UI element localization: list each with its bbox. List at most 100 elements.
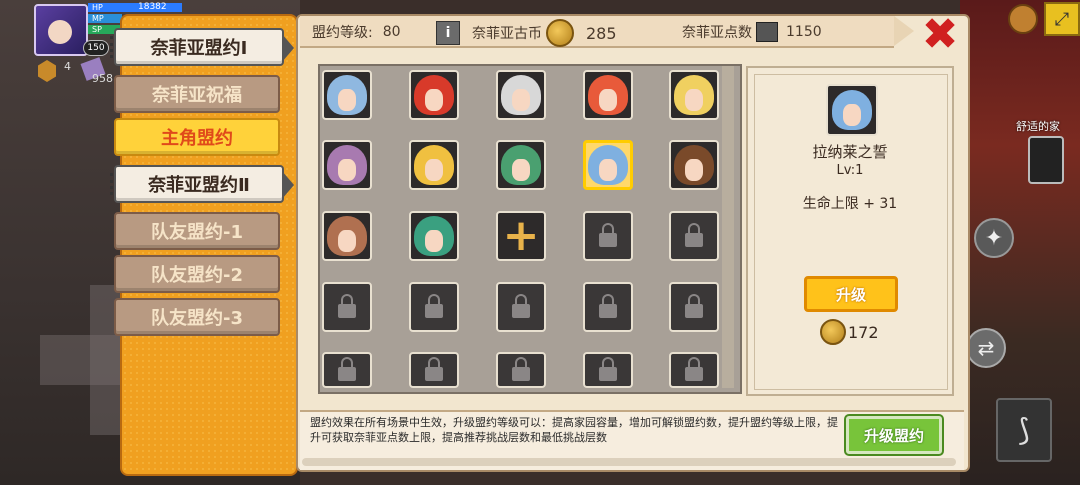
companion-portrait[interactable] bbox=[669, 70, 719, 120]
portrait-face bbox=[674, 145, 714, 185]
phone-icon[interactable] bbox=[1028, 136, 1064, 184]
lock-icon bbox=[338, 357, 356, 381]
compass-icon[interactable]: ✦ bbox=[974, 218, 1014, 258]
upgrade-cost: 172 bbox=[820, 319, 879, 345]
portrait-face bbox=[832, 90, 872, 130]
topbar-fold bbox=[894, 16, 914, 46]
locked-slot[interactable] bbox=[496, 282, 546, 332]
companion-portrait[interactable] bbox=[322, 140, 372, 190]
upgrade-label: 升级 bbox=[835, 285, 866, 304]
hp-bar: HP bbox=[88, 3, 182, 12]
pact-name: 拉纳莱之誓 bbox=[812, 143, 888, 161]
lock-icon bbox=[425, 357, 443, 381]
add-slot[interactable]: + bbox=[496, 211, 546, 261]
companion-portrait[interactable] bbox=[583, 140, 633, 190]
globe-icon[interactable] bbox=[1008, 4, 1038, 34]
companion-portrait[interactable] bbox=[496, 140, 546, 190]
locked-slot[interactable] bbox=[583, 352, 633, 388]
lock-icon bbox=[599, 357, 617, 381]
tab-nephia-pact-1[interactable]: 奈菲亚盟约Ⅰ bbox=[110, 28, 294, 66]
tab-label: 主角盟约 bbox=[161, 128, 233, 149]
locked-slot[interactable] bbox=[669, 282, 719, 332]
tab-label: 队友盟约-3 bbox=[151, 308, 243, 329]
locked-slot[interactable] bbox=[409, 352, 459, 388]
description-text: 盟约效果在所有场景中生效，升级盟约等级可以：提高家园容量，增加可解锁盟约数，提升… bbox=[310, 416, 838, 444]
crystal-count: 958 bbox=[92, 72, 113, 85]
upgrade-pact-label: 升级盟约 bbox=[863, 426, 924, 445]
portrait-face bbox=[414, 216, 454, 256]
companion-portrait[interactable] bbox=[409, 140, 459, 190]
swap-icon[interactable]: ⇄ bbox=[966, 328, 1006, 368]
portrait-face bbox=[327, 145, 367, 185]
lock-icon bbox=[599, 223, 617, 247]
coin-icon bbox=[820, 319, 846, 345]
locked-slot[interactable] bbox=[583, 282, 633, 332]
hp-value: 18382 bbox=[138, 2, 167, 12]
home-label: 舒适的家 bbox=[1016, 120, 1060, 133]
fullscreen-icon[interactable]: ⤢ bbox=[1044, 2, 1080, 36]
mp-bar: MP bbox=[88, 14, 122, 23]
coin-icon bbox=[546, 19, 574, 47]
currency-bar: 盟约等级: 80 i 奈菲亚古币 285 奈菲亚点数 1150 bbox=[300, 16, 894, 48]
sp-label: SP bbox=[92, 25, 102, 34]
lock-icon bbox=[685, 294, 703, 318]
portrait-face bbox=[674, 75, 714, 115]
upgrade-pact-button[interactable]: 升级盟约 bbox=[844, 414, 944, 456]
grid-scrollbar[interactable] bbox=[722, 66, 734, 388]
lock-icon bbox=[512, 357, 530, 381]
companion-portrait[interactable] bbox=[669, 140, 719, 190]
companion-portrait[interactable] bbox=[322, 70, 372, 120]
locked-slot[interactable] bbox=[409, 282, 459, 332]
lock-icon bbox=[685, 357, 703, 381]
tab-label: 奈菲亚盟约Ⅰ bbox=[150, 38, 248, 59]
locked-slot[interactable] bbox=[583, 211, 633, 261]
tab-teammate-pact-3[interactable]: 队友盟约-3 bbox=[114, 298, 280, 336]
lock-icon bbox=[599, 294, 617, 318]
tab-nephia-pact-2[interactable]: 奈菲亚盟约Ⅱ bbox=[110, 165, 294, 203]
points-icon bbox=[756, 22, 778, 42]
plus-icon: + bbox=[502, 210, 540, 261]
tab-nephia-blessing[interactable]: 奈菲亚祝福 bbox=[114, 75, 280, 113]
locked-slot[interactable] bbox=[322, 282, 372, 332]
locked-slot[interactable] bbox=[669, 211, 719, 261]
tab-label: 队友盟约-1 bbox=[151, 222, 243, 243]
portrait-face bbox=[414, 145, 454, 185]
points-value: 1150 bbox=[786, 24, 822, 40]
portrait-face bbox=[327, 75, 367, 115]
companion-portrait[interactable] bbox=[496, 70, 546, 120]
companion-portrait[interactable] bbox=[322, 211, 372, 261]
hp-label: HP bbox=[92, 3, 103, 12]
portrait-face bbox=[414, 75, 454, 115]
cost-value: 172 bbox=[848, 322, 879, 342]
lock-icon bbox=[425, 294, 443, 318]
pact-level-value: 80 bbox=[382, 24, 401, 40]
locked-slot[interactable] bbox=[669, 352, 719, 388]
locked-slot[interactable] bbox=[322, 352, 372, 388]
tab-teammate-pact-1[interactable]: 队友盟约-1 bbox=[114, 212, 280, 250]
pact-level-label: 盟约等级: bbox=[312, 25, 373, 41]
player-avatar[interactable] bbox=[34, 4, 88, 56]
tab-teammate-pact-2[interactable]: 队友盟约-2 bbox=[114, 255, 280, 293]
info-icon[interactable]: i bbox=[436, 21, 460, 45]
gem-count: 4 bbox=[64, 60, 71, 73]
locked-slot[interactable] bbox=[496, 352, 546, 388]
close-button[interactable]: ✖ bbox=[920, 13, 960, 57]
companion-portrait[interactable] bbox=[583, 70, 633, 120]
portrait-face bbox=[501, 145, 541, 185]
pact-stat: 生命上限 + 31 bbox=[802, 196, 898, 212]
companion-portrait[interactable] bbox=[409, 70, 459, 120]
player-level-badge: 150 bbox=[83, 40, 109, 56]
tab-hero-pact[interactable]: 主角盟约 bbox=[114, 118, 280, 156]
bow-skill-icon[interactable]: ⟆ bbox=[996, 398, 1052, 462]
companion-portrait[interactable] bbox=[409, 211, 459, 261]
tab-label: 奈菲亚盟约Ⅱ bbox=[148, 175, 250, 196]
lock-icon bbox=[338, 294, 356, 318]
coin-label: 奈菲亚古币 bbox=[472, 26, 542, 42]
points-label: 奈菲亚点数 bbox=[682, 25, 752, 41]
description-scrollbar[interactable] bbox=[302, 458, 956, 466]
portrait-face bbox=[588, 75, 628, 115]
portrait-face bbox=[327, 216, 367, 256]
tab-label: 队友盟约-2 bbox=[151, 265, 243, 286]
lock-icon bbox=[685, 223, 703, 247]
upgrade-button[interactable]: 升级 bbox=[804, 276, 898, 312]
